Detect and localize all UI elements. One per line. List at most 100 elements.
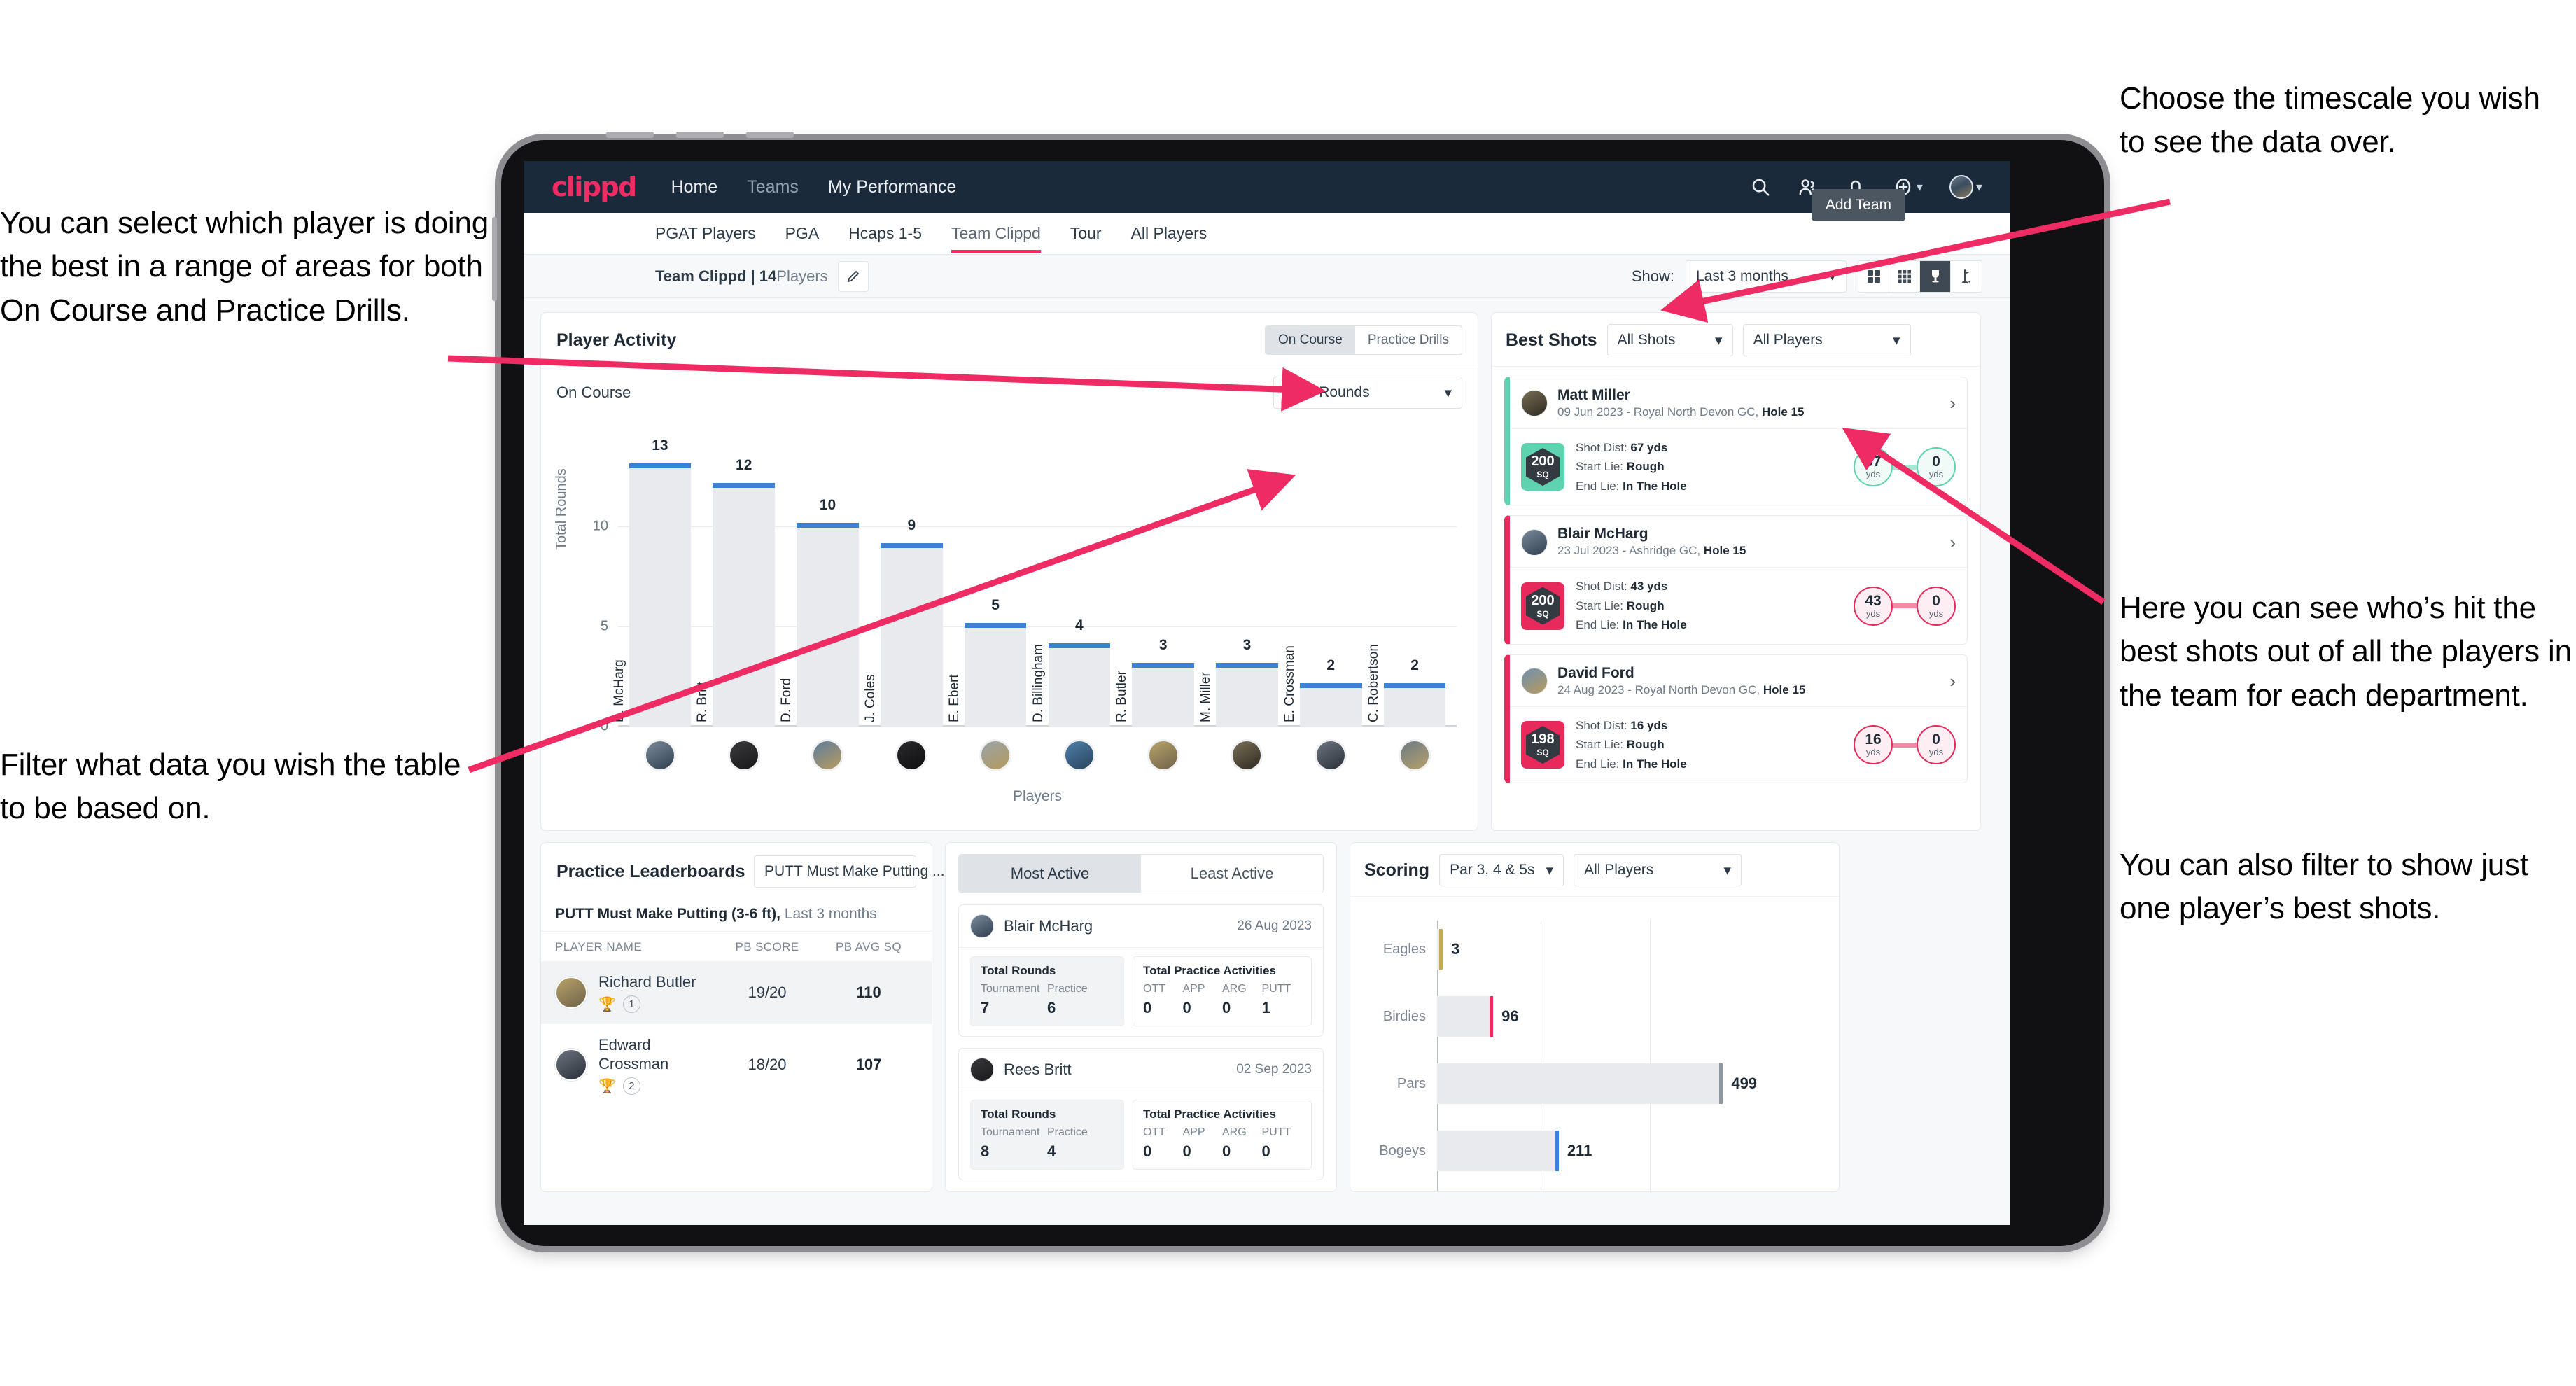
chevron-down-icon: ▾ xyxy=(1723,862,1732,878)
chart-bar[interactable]: 3 M. Miller xyxy=(1198,637,1278,727)
player-avatar[interactable] xyxy=(643,739,676,771)
chart-bar-slot[interactable]: 13 B. McHarg xyxy=(612,438,702,727)
chart-bar[interactable]: 4 D. Billingham xyxy=(1031,617,1111,727)
best-shot-card[interactable]: David Ford 24 Aug 2023 - Royal North Devo… xyxy=(1504,654,1968,784)
scoring-par-select[interactable]: Par 3, 4 & 5s ▾ xyxy=(1439,854,1564,886)
player-avatar xyxy=(1521,528,1548,556)
player-avatar[interactable] xyxy=(1063,739,1096,771)
chart-bar[interactable]: 2 C. Robertson xyxy=(1366,644,1446,727)
best-shot-meta: 09 Jun 2023 - Royal North Devon GC, Hole… xyxy=(1558,405,1805,419)
practice-metric-key: OTT xyxy=(1143,983,1166,995)
scoring-player-select[interactable]: All Players ▾ xyxy=(1574,854,1742,886)
chart-bar[interactable]: 10 D. Ford xyxy=(779,497,859,727)
grid-large-icon[interactable] xyxy=(1858,260,1889,292)
clippd-logo[interactable]: clippd xyxy=(552,172,637,202)
best-shot-player-name: Blair McHarg xyxy=(1558,526,1648,542)
chart-bar-label: B. McHarg xyxy=(611,659,626,722)
chart-bar[interactable]: 9 J. Coles xyxy=(863,517,943,727)
metric-select[interactable]: Total Rounds ▾ xyxy=(1273,377,1462,409)
chart-bar-slot[interactable]: 2 E. Crossman xyxy=(1282,447,1373,727)
chart-bar-label: R. Butler xyxy=(1114,671,1130,722)
activity-player-name: Blair McHarg xyxy=(1004,917,1093,934)
chart-bar[interactable]: 5 E. Ebert xyxy=(947,597,1027,727)
best-shots-type-select[interactable]: All Shots ▾ xyxy=(1606,324,1733,356)
chart-bar-slot[interactable]: 9 J. Coles xyxy=(863,447,953,727)
scoring-bar[interactable]: 211 xyxy=(1437,1130,1592,1171)
scoring-bar[interactable]: 96 xyxy=(1437,996,1519,1037)
toggle-on-course[interactable]: On Course xyxy=(1266,326,1355,354)
search-icon[interactable] xyxy=(1750,176,1771,197)
leaderboard-player-name: Edward Crossman xyxy=(598,1035,669,1073)
edit-team-button[interactable] xyxy=(837,260,869,292)
best-shot-card[interactable]: Blair McHarg 23 Jul 2023 - Ashridge GC, H… xyxy=(1504,515,1968,645)
tab-pga[interactable]: PGA xyxy=(785,214,820,253)
scoring-row[interactable]: Birdies 96 xyxy=(1383,996,1519,1037)
shot-start-distance: 16 yds xyxy=(1854,725,1893,765)
player-avatar[interactable] xyxy=(1231,739,1264,771)
flag-icon[interactable] xyxy=(1951,261,1982,292)
tab-most-active[interactable]: Most Active xyxy=(959,855,1141,892)
player-avatar[interactable] xyxy=(979,739,1012,771)
chart-bar-slot[interactable]: 2 C. Robertson xyxy=(1366,447,1457,727)
player-avatar[interactable] xyxy=(811,739,844,771)
leaderboard-row[interactable]: Edward Crossman 🏆 2 18/20 107 xyxy=(541,1024,932,1106)
tab-hcaps-1-5[interactable]: Hcaps 1-5 xyxy=(848,214,922,253)
toggle-practice-drills[interactable]: Practice Drills xyxy=(1355,326,1462,354)
activity-player-card[interactable]: Rees Britt 02 Sep 2023 Total Rounds Tournam… xyxy=(958,1048,1324,1180)
chart-bar-slot[interactable]: 3 M. Miller xyxy=(1198,447,1289,727)
tab-all-players[interactable]: All Players xyxy=(1131,214,1208,253)
tab-pgat-players[interactable]: PGAT Players xyxy=(655,214,756,253)
chart-bar-label: E. Crossman xyxy=(1282,645,1297,722)
activity-player-card[interactable]: Blair McHarg 26 Aug 2023 Total Rounds Tourn… xyxy=(958,904,1324,1037)
nav-link-home[interactable]: Home xyxy=(671,177,718,197)
scoring-row[interactable]: Bogeys 211 xyxy=(1379,1130,1592,1171)
player-avatar[interactable] xyxy=(895,739,928,771)
chart-bar-slot[interactable]: 3 R. Butler xyxy=(1114,447,1205,727)
chart-bar-label: D. Ford xyxy=(779,678,794,722)
chart-bar[interactable]: 2 E. Crossman xyxy=(1282,645,1362,727)
player-avatar[interactable] xyxy=(1399,739,1432,771)
nav-link-teams[interactable]: Teams xyxy=(747,177,799,197)
drill-select[interactable]: PUTT Must Make Putting ... ▾ xyxy=(754,855,952,888)
account-menu[interactable]: ▾ xyxy=(1949,175,1982,199)
player-avatar[interactable] xyxy=(727,739,760,771)
scoring-bar[interactable]: 3 xyxy=(1437,929,1460,969)
grid-small-icon[interactable] xyxy=(1889,260,1920,292)
chart-bar-slot[interactable]: 5 E. Ebert xyxy=(947,447,1037,727)
chart-bar-label: R. Britt xyxy=(695,681,710,722)
practice-metric-key: ARG xyxy=(1222,983,1247,995)
chart-bar[interactable]: 3 R. Butler xyxy=(1114,637,1194,727)
best-shot-card[interactable]: Matt Miller 09 Jun 2023 - Royal North Dev… xyxy=(1504,377,1968,506)
chevron-right-icon[interactable]: › xyxy=(1949,672,1956,690)
avatar[interactable] xyxy=(1949,175,1973,199)
chart-bar-label: C. Robertson xyxy=(1366,644,1381,722)
chevron-right-icon[interactable]: › xyxy=(1949,394,1956,412)
timescale-select[interactable]: Last 3 months ▾ xyxy=(1686,260,1847,293)
best-shots-player-select[interactable]: All Players ▾ xyxy=(1742,324,1911,356)
rounds-metric-key: Practice xyxy=(1047,983,1088,995)
chart-bar-slot[interactable]: 12 R. Britt xyxy=(695,447,786,727)
chart-bar-slot[interactable]: 10 D. Ford xyxy=(779,447,870,727)
chart-avatar-slot xyxy=(1289,739,1373,771)
chart-bar[interactable]: 13 B. McHarg xyxy=(612,438,692,727)
activity-tabs: Most Active Least Active xyxy=(958,854,1324,893)
chart-bar[interactable]: 12 R. Britt xyxy=(695,457,776,727)
annotation-timescale: Choose the timescale you wish to see the… xyxy=(2120,81,2540,160)
tab-team-clippd[interactable]: Team Clippd xyxy=(951,214,1041,253)
player-avatar[interactable] xyxy=(1147,739,1180,771)
trophy-icon[interactable] xyxy=(1920,260,1951,292)
tab-least-active[interactable]: Least Active xyxy=(1141,855,1323,892)
scoring-row[interactable]: Pars 499 xyxy=(1397,1063,1757,1104)
drill-subtitle-name: PUTT Must Make Putting (3-6 ft), xyxy=(555,906,780,922)
chart-bar-slot[interactable]: 4 D. Billingham xyxy=(1031,447,1121,727)
col-pb-score: PB SCORE xyxy=(735,940,799,953)
leaderboard-row[interactable]: Richard Butler 🏆 1 19/20 110 xyxy=(541,961,932,1024)
nav-link-my-performance[interactable]: My Performance xyxy=(828,177,956,197)
scoring-row[interactable]: Eagles 3 xyxy=(1383,929,1460,969)
chevron-right-icon[interactable]: › xyxy=(1949,533,1956,552)
shot-connector xyxy=(1893,603,1917,609)
player-avatar[interactable] xyxy=(1315,739,1348,771)
scoring-bar[interactable]: 499 xyxy=(1437,1063,1757,1104)
hexagon-icon: 200 SQ xyxy=(1526,448,1560,486)
tab-tour[interactable]: Tour xyxy=(1070,214,1102,253)
